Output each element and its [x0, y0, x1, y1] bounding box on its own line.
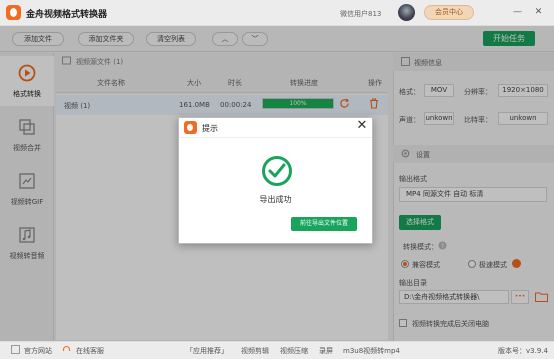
website-icon — [11, 345, 20, 354]
avatar[interactable] — [398, 4, 415, 21]
version-label: 版本号：v3.9.4 — [498, 347, 548, 355]
user-name[interactable]: 微信用户813 — [340, 9, 381, 19]
app-recommend-label: 「应用推荐」 — [186, 347, 228, 355]
headset-icon — [62, 346, 71, 351]
screen-record-link[interactable]: 录屏 — [319, 346, 333, 356]
checkmark-icon — [268, 163, 286, 178]
vip-center-button[interactable]: 会员中心 — [424, 5, 474, 20]
video-editor-link[interactable]: 视频剪辑 — [241, 346, 269, 356]
app-title: 金舟视频格式转换器 — [26, 10, 108, 20]
dialog-logo-icon — [184, 121, 197, 134]
open-export-location-button[interactable]: 前往导出文件位置 — [291, 217, 357, 231]
video-compress-link[interactable]: 视频压缩 — [280, 346, 308, 356]
close-window-button[interactable]: ✕ — [532, 6, 545, 19]
success-check-icon — [262, 156, 292, 186]
app-logo-icon — [6, 5, 21, 20]
dialog-title: 提示 — [202, 124, 218, 133]
official-website-link[interactable]: 官方网站 — [24, 346, 52, 356]
dialog-close-button[interactable]: ✕ — [355, 119, 369, 133]
dialog-message: 导出成功 — [259, 195, 292, 204]
m3u8-convert-link[interactable]: m3u8视频转mp4 — [343, 346, 400, 356]
online-support-link[interactable]: 在线客服 — [76, 346, 104, 356]
minimize-button[interactable]: — — [511, 6, 524, 19]
